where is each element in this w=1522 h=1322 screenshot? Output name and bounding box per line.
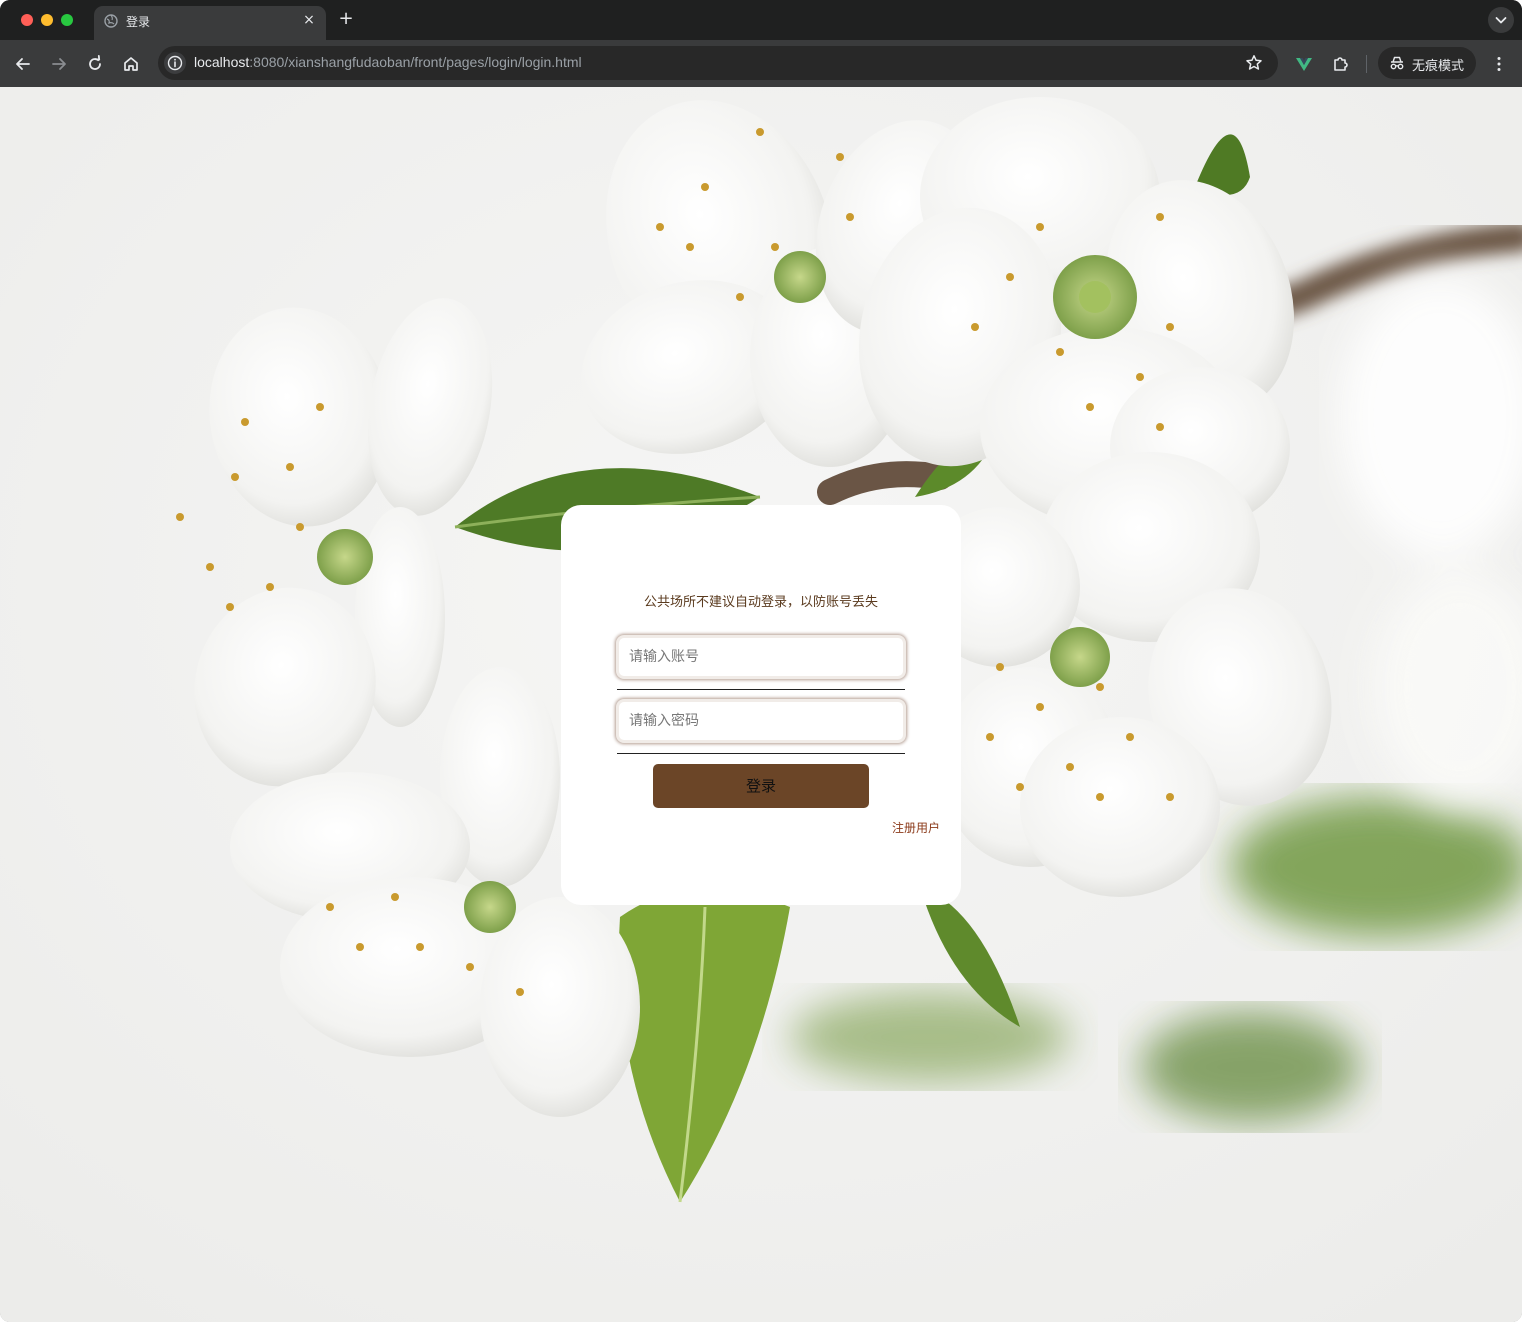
browser-window: 登录 × + localhost:8080/xianshangfudaoban/… [0, 0, 1522, 1322]
chevron-down-icon [1495, 17, 1507, 24]
address-bar[interactable]: localhost:8080/xianshangfudaoban/front/p… [158, 46, 1278, 80]
tab-login[interactable]: 登录 × [94, 6, 326, 40]
incognito-badge[interactable]: 无痕模式 [1378, 47, 1476, 79]
globe-icon [104, 14, 118, 28]
back-arrow-icon[interactable] [10, 51, 36, 77]
password-underline [617, 753, 905, 754]
password-field[interactable] [616, 699, 906, 743]
url-path: :8080/xianshangfudaoban/front/pages/logi… [249, 54, 582, 70]
register-link[interactable]: 注册用户 [892, 819, 940, 836]
url-text[interactable]: localhost:8080/xianshangfudaoban/front/p… [194, 54, 582, 70]
username-underline [617, 689, 905, 690]
forward-arrow-icon[interactable] [46, 51, 72, 77]
url-host: localhost [194, 54, 250, 70]
page-viewport: 公共场所不建议自动登录，以防账号丢失 登录 注册用户 [0, 87, 1522, 1322]
auto-login-notice: 公共场所不建议自动登录，以防账号丢失 [643, 595, 878, 610]
login-button[interactable]: 登录 [653, 764, 869, 808]
tab-strip: 登录 × + [0, 0, 1522, 40]
password-input[interactable] [619, 702, 903, 740]
info-icon [167, 55, 183, 71]
minimize-window-button[interactable] [41, 14, 53, 26]
home-icon[interactable] [118, 51, 144, 77]
more-vertical-icon[interactable] [1486, 51, 1512, 77]
login-card: 公共场所不建议自动登录，以防账号丢失 登录 注册用户 [561, 505, 961, 905]
maximize-window-button[interactable] [61, 14, 73, 26]
incognito-label: 无痕模式 [1412, 59, 1465, 74]
vue-devtools-icon[interactable] [1291, 51, 1317, 77]
username-input[interactable] [619, 638, 903, 676]
username-field[interactable] [616, 635, 906, 679]
bookmark-star-icon[interactable] [1244, 53, 1264, 73]
extensions-puzzle-icon[interactable] [1328, 51, 1354, 77]
close-tab-icon[interactable]: × [300, 11, 318, 29]
toolbar-divider [1366, 55, 1367, 73]
tab-title: 登录 [126, 15, 151, 29]
close-window-button[interactable] [21, 14, 33, 26]
new-tab-button[interactable]: + [336, 8, 356, 30]
site-info-button[interactable] [164, 52, 186, 74]
tab-search-button[interactable] [1488, 7, 1514, 33]
reload-icon[interactable] [82, 51, 108, 77]
incognito-icon [1390, 56, 1404, 70]
browser-toolbar: localhost:8080/xianshangfudaoban/front/p… [0, 40, 1522, 87]
